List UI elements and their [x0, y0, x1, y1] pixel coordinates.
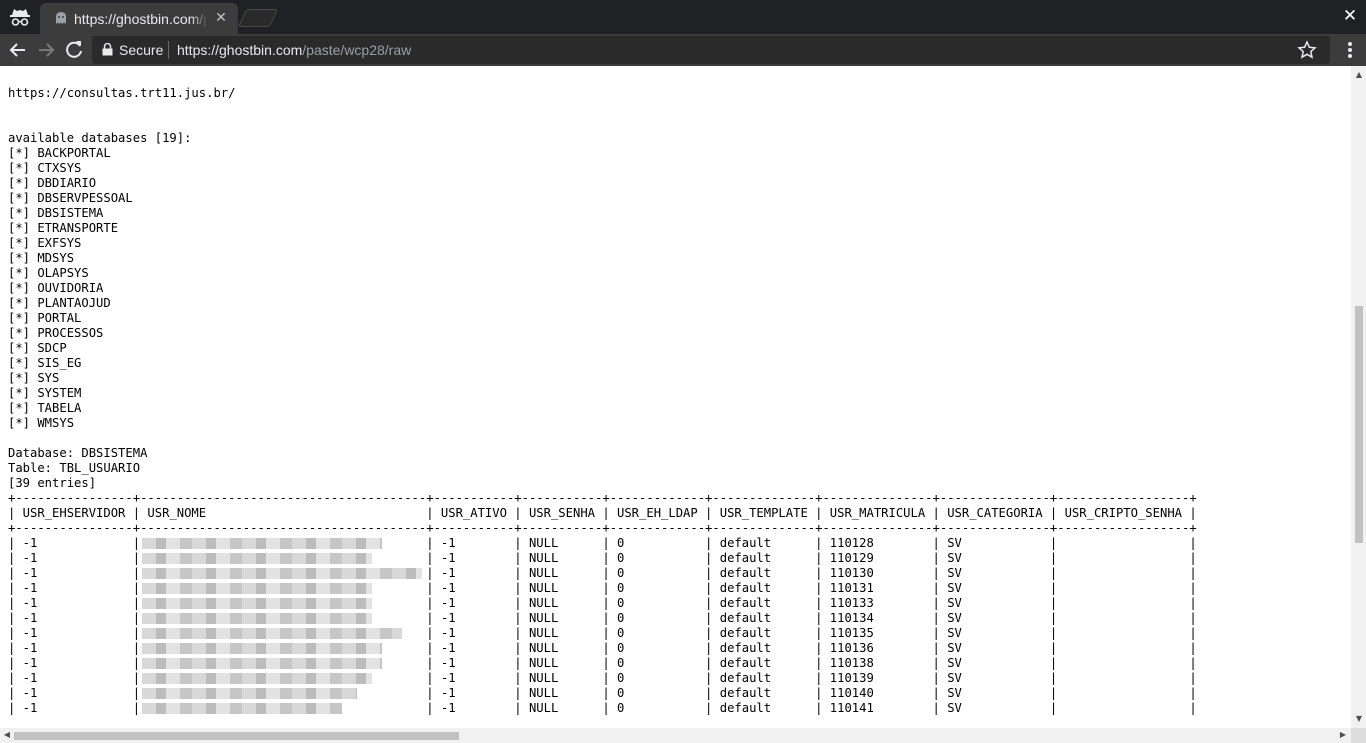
- database-list: [*] BACKPORTAL [*] CTXSYS [*] DBDIARIO […: [8, 146, 133, 430]
- database-item: [*] SIS_EG: [8, 356, 82, 370]
- scroll-up-icon[interactable]: ▲: [1354, 70, 1364, 80]
- database-item: [*] TABELA: [8, 401, 82, 415]
- database-item: [*] DBSISTEMA: [8, 206, 104, 220]
- database-item: [*] OLAPSYS: [8, 266, 89, 280]
- scrollbar-corner: [1351, 728, 1366, 743]
- databases-header: available databases [19]:: [8, 131, 192, 145]
- database-item: [*] BACKPORTAL: [8, 146, 111, 160]
- database-item: [*] MDSYS: [8, 251, 75, 265]
- vertical-scroll-thumb[interactable]: [1355, 306, 1363, 543]
- horizontal-scroll-thumb[interactable]: [14, 732, 459, 740]
- scroll-right-icon[interactable]: ▶: [1338, 730, 1348, 740]
- entries-line: [39 entries]: [8, 476, 97, 490]
- redacted-name: [142, 568, 423, 579]
- reload-icon[interactable]: [62, 38, 86, 62]
- redacted-name: [142, 583, 373, 594]
- bookmark-star-icon[interactable]: [1297, 40, 1317, 60]
- redacted-name: [142, 628, 403, 639]
- redacted-name: [142, 538, 383, 549]
- table-line: Table: TBL_USUARIO: [8, 461, 141, 475]
- database-item: [*] OUVIDORIA: [8, 281, 104, 295]
- redacted-name: [142, 643, 383, 654]
- url-text[interactable]: https://ghostbin.com/paste/wcp28/raw: [177, 42, 411, 58]
- database-item: [*] SYS: [8, 371, 60, 385]
- forward-arrow-icon[interactable]: [34, 38, 58, 62]
- database-line: Database: DBSISTEMA: [8, 446, 148, 460]
- secure-label: Secure: [119, 42, 164, 58]
- tab-title: https://ghostbin.com/paste/wcp28/raw: [74, 11, 206, 27]
- lock-icon: [102, 43, 113, 56]
- tab-strip: https://ghostbin.com/paste/wcp28/raw ✕ ✕: [0, 0, 1366, 34]
- database-item: [*] PLANTAOJUD: [8, 296, 111, 310]
- scroll-down-icon[interactable]: ▼: [1354, 714, 1364, 724]
- tab-close-icon[interactable]: ✕: [212, 9, 230, 27]
- database-item: [*] PROCESSOS: [8, 326, 104, 340]
- redacted-name: [142, 703, 343, 714]
- table-header-row: | USR_EHSERVIDOR | USR_NOME | USR_ATIVO …: [8, 506, 1197, 520]
- table-border: +----------------+----------------------…: [8, 491, 1197, 505]
- database-item: [*] SDCP: [8, 341, 67, 355]
- redacted-name: [142, 658, 383, 669]
- url-host: https://ghostbin.com: [177, 42, 303, 58]
- database-item: [*] CTXSYS: [8, 161, 82, 175]
- target-url: https://consultas.trt11.jus.br/: [8, 86, 236, 100]
- redacted-name: [142, 553, 373, 564]
- horizontal-scrollbar[interactable]: ◀ ▶: [0, 728, 1351, 743]
- database-item: [*] DBSERVPESSOAL: [8, 191, 133, 205]
- database-item: [*] DBDIARIO: [8, 176, 97, 190]
- redacted-name: [142, 613, 373, 624]
- redacted-name: [142, 673, 373, 684]
- redacted-name: [142, 598, 373, 609]
- scroll-left-icon[interactable]: ◀: [2, 730, 12, 740]
- database-item: [*] WMSYS: [8, 416, 75, 430]
- vertical-scrollbar[interactable]: ▲ ▼: [1351, 66, 1366, 728]
- database-item: [*] SYSTEM: [8, 386, 82, 400]
- page-content: https://consultas.trt11.jus.br/ availabl…: [0, 66, 1351, 728]
- redacted-name: [142, 688, 358, 699]
- back-arrow-icon[interactable]: [6, 38, 30, 62]
- incognito-icon: [10, 9, 30, 26]
- new-tab-button[interactable]: [237, 9, 279, 27]
- url-path: /paste/wcp28/raw: [302, 42, 412, 58]
- database-item: [*] EXFSYS: [8, 236, 82, 250]
- ghost-icon: [56, 12, 66, 24]
- table-border: +----------------+----------------------…: [8, 521, 1197, 535]
- browser-toolbar: Secure https://ghostbin.com/paste/wcp28/…: [0, 34, 1366, 66]
- kebab-menu-icon[interactable]: [1340, 38, 1360, 62]
- address-bar[interactable]: Secure https://ghostbin.com/paste/wcp28/…: [92, 36, 1330, 64]
- window-close-icon[interactable]: ✕: [1340, 6, 1360, 26]
- address-separator: [168, 41, 169, 59]
- tab-ghostbin[interactable]: https://ghostbin.com/paste/wcp28/raw ✕: [40, 3, 238, 34]
- database-item: [*] PORTAL: [8, 311, 82, 325]
- tab-title-fade: [190, 7, 208, 29]
- database-item: [*] ETRANSPORTE: [8, 221, 119, 235]
